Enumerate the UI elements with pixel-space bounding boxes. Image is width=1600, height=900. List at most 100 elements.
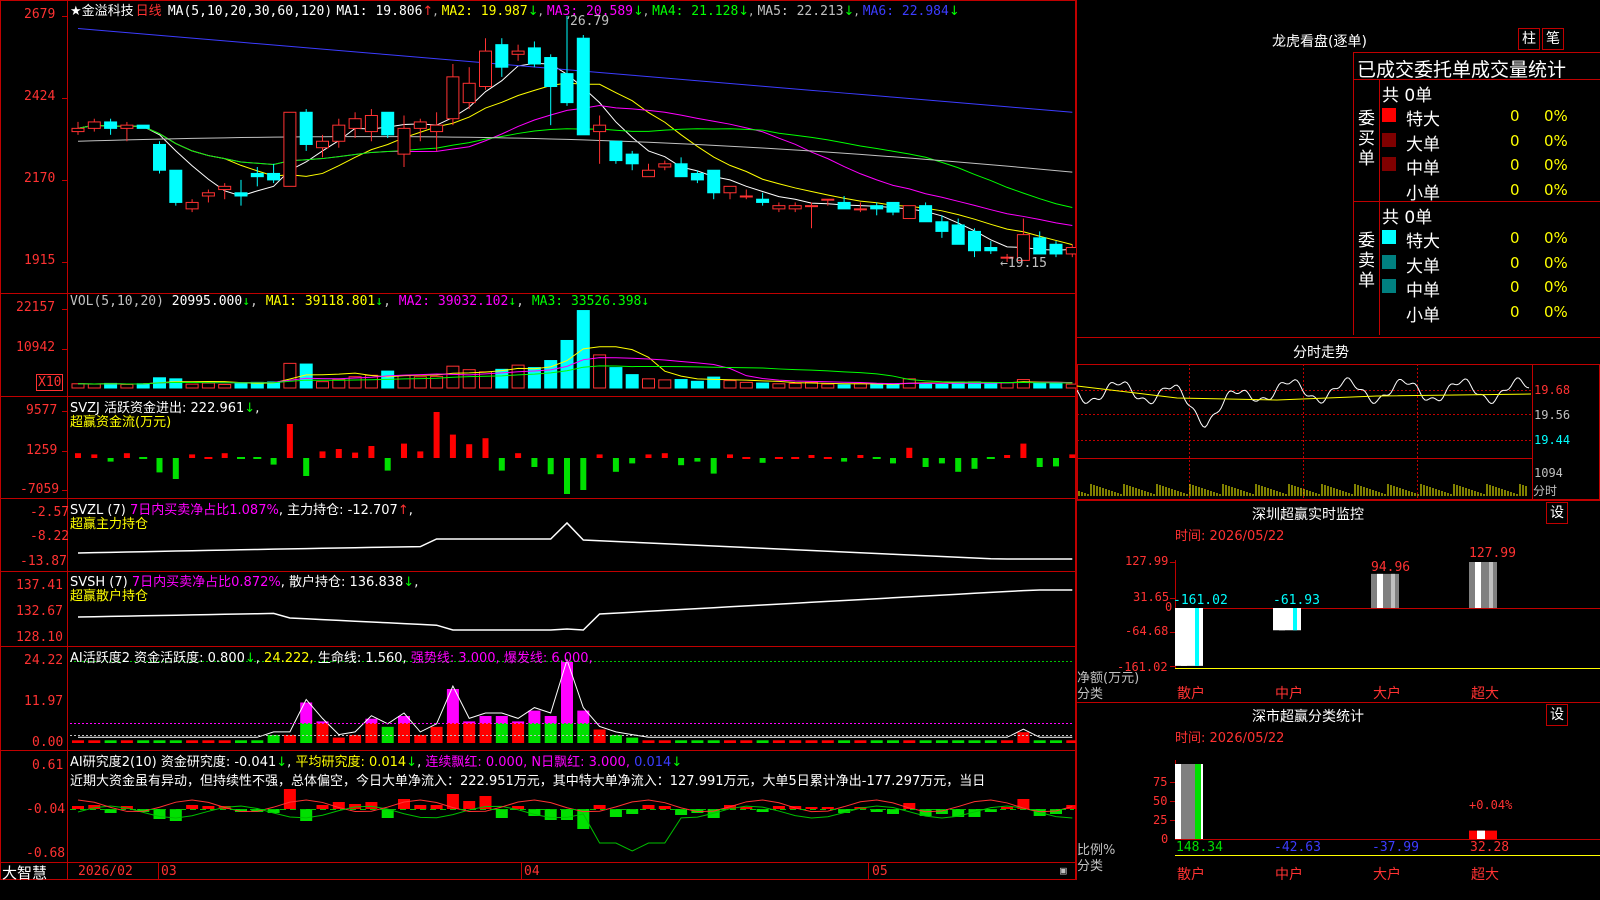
candle-body (201, 192, 215, 197)
bar-stripe (1181, 764, 1195, 839)
volume-bar (723, 380, 737, 389)
flow-bar (906, 447, 913, 458)
flow-bar (759, 458, 766, 463)
volume-bar (1049, 382, 1063, 389)
volume-bar (870, 383, 884, 389)
sz-monitor-chart (1170, 560, 1600, 669)
intraday-chart[interactable] (1077, 364, 1600, 500)
activity-peak (398, 716, 410, 723)
activity-bar (838, 740, 851, 743)
volume-bar (87, 383, 101, 389)
volume-bars (71, 310, 1076, 389)
activity-bar (903, 740, 916, 743)
flow-bar (612, 458, 619, 472)
flow-bar (742, 457, 751, 459)
sz-class-title: 深市超赢分类统计 (1252, 709, 1364, 725)
order-type: 特大 (1406, 232, 1440, 252)
bar-stripe (1489, 562, 1493, 608)
activity-bar (984, 740, 997, 743)
order-type: 小单 (1406, 305, 1440, 326)
volume-bar (283, 362, 297, 389)
flow-bar (237, 457, 245, 459)
volume-bar (625, 374, 639, 389)
tick-mode-button[interactable]: 笔 (1542, 28, 1564, 50)
flow-bar (156, 458, 163, 473)
flow-bar (482, 438, 489, 458)
date-axis (158, 862, 869, 880)
order-type: 特大 (1406, 110, 1440, 130)
flow-bar (466, 444, 473, 458)
candle-body (756, 198, 770, 203)
candle-body (185, 201, 199, 210)
flow-bar (823, 457, 832, 459)
candle-body (1016, 234, 1030, 261)
research-bar (544, 809, 557, 820)
activity-bar (169, 740, 182, 743)
order-count: 0 (1510, 302, 1520, 321)
activity-peak (544, 716, 557, 723)
order-count: 0 (1510, 278, 1520, 296)
sz-class-settings-button[interactable]: 设 (1546, 704, 1568, 726)
candle-body (642, 169, 655, 178)
research-bar (561, 809, 573, 820)
flow-bar (139, 457, 148, 459)
candle-body (462, 82, 476, 104)
flow-bar (433, 412, 440, 458)
candle-body (560, 73, 574, 104)
activity-bar (495, 723, 508, 743)
volume-bar (756, 382, 770, 389)
order-row: 小单 0 0% (1382, 179, 1600, 204)
flow-bar (678, 458, 685, 466)
flow-bar (221, 453, 228, 458)
flow-bar (286, 424, 293, 458)
sz-class-chart (1170, 760, 1600, 856)
flow-bar (352, 452, 359, 458)
order-type: 大单 (1406, 134, 1440, 155)
candle-body (984, 247, 998, 252)
sz-monitor-settings-button[interactable]: 设 (1546, 502, 1568, 524)
candle-body (299, 111, 313, 145)
retail-line (77, 589, 1073, 631)
bar-mode-button[interactable]: 柱 (1518, 28, 1540, 50)
candle-body (1049, 243, 1063, 255)
high-pointer (567, 15, 570, 20)
candle-body (413, 121, 427, 129)
flow-bar (580, 458, 587, 490)
bar-value-label: -42.63 (1274, 840, 1321, 855)
candle-body (120, 124, 134, 129)
flow-bar (694, 458, 701, 462)
activity-bar (300, 723, 313, 743)
research-bar (72, 806, 84, 809)
flow-bar (515, 453, 522, 458)
flow-bar (189, 454, 196, 458)
activity-bar (609, 734, 622, 743)
color-swatch (1382, 254, 1396, 269)
kline-chart-area[interactable] (0, 0, 1076, 880)
flow-bar (253, 457, 262, 459)
order-type: 小单 (1406, 183, 1440, 204)
activity-line (78, 658, 1073, 738)
candle-body (153, 143, 166, 171)
activity-bar (691, 740, 704, 743)
flow-bar (204, 457, 213, 459)
candle-body (1000, 256, 1014, 259)
research-bar (1001, 807, 1014, 809)
flow-bar (841, 458, 848, 462)
activity-bar (1066, 740, 1076, 743)
candle-body (527, 47, 541, 65)
volume-bar (919, 382, 933, 389)
order-row: 特大 0 0% (1382, 105, 1600, 130)
activity-bar (1017, 732, 1030, 743)
candle-body (739, 195, 753, 198)
activity-bar (512, 723, 525, 743)
candle-body (283, 111, 297, 187)
volume-bar (853, 383, 867, 389)
flow-bar (449, 434, 456, 458)
buy-total: 共 0单 (1382, 86, 1433, 106)
candle-body (609, 140, 623, 162)
research-bar (642, 805, 655, 809)
research-bar (740, 807, 753, 809)
research-bar (316, 805, 329, 809)
flow-bar (401, 443, 407, 458)
activity-bar (1033, 740, 1046, 743)
